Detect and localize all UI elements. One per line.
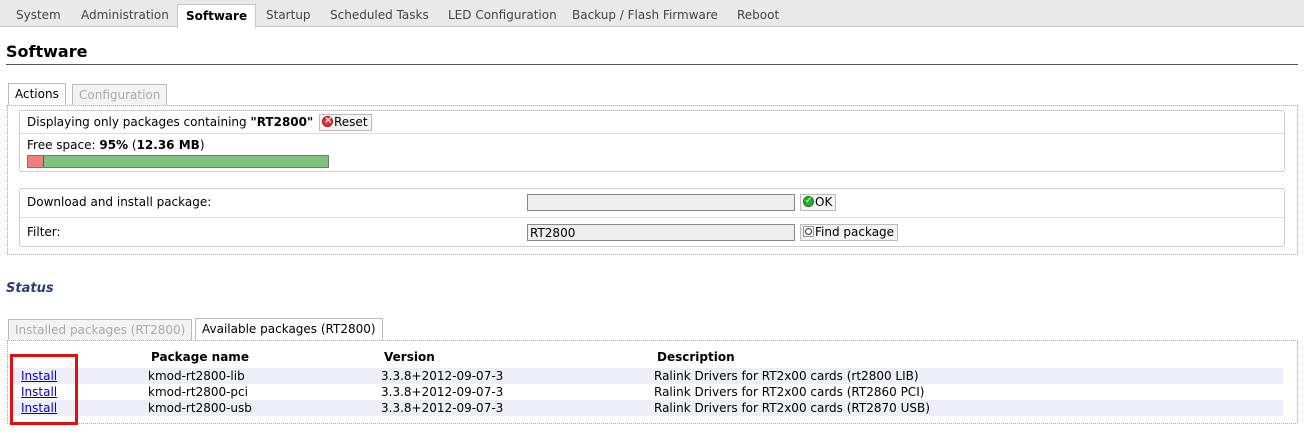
free-space-label: Free space:	[27, 138, 100, 152]
ok-label: OK	[815, 195, 833, 209]
free-space-fill	[43, 156, 328, 167]
find-package-label: Find package	[815, 225, 895, 239]
package-name: kmod-rt2800-lib	[148, 369, 245, 383]
package-version: 3.3.8+2012-09-07-3	[381, 369, 504, 383]
install-link[interactable]: Install	[21, 384, 57, 400]
search-icon	[803, 226, 814, 237]
free-space-text: Free space: 95% (12.36 MB)	[27, 138, 205, 152]
paren-close: )	[199, 138, 205, 152]
subtab-configuration[interactable]: Configuration	[72, 84, 168, 106]
tab-reboot[interactable]: Reboot	[729, 4, 787, 27]
filter-info-text: Displaying only packages containing "RT2…	[27, 115, 313, 129]
subtab-installed-packages[interactable]: Installed packages (RT2800)	[8, 319, 193, 341]
reset-label: Reset	[334, 115, 368, 129]
used-space-fill	[28, 156, 43, 167]
package-description: Ralink Drivers for RT2x00 cards (RT2870 …	[654, 401, 930, 415]
download-label: Download and install package:	[27, 195, 212, 209]
ok-button[interactable]: OK	[800, 194, 837, 211]
subtab-actions[interactable]: Actions	[8, 83, 66, 106]
free-space-size: 12.36 MB	[136, 138, 200, 152]
filter-term: "RT2800"	[250, 115, 314, 129]
install-link[interactable]: Install	[21, 368, 57, 384]
filter-input[interactable]	[527, 224, 795, 241]
package-name: kmod-rt2800-usb	[148, 401, 252, 415]
reset-button[interactable]: Reset	[319, 113, 372, 131]
row-divider	[20, 217, 1284, 218]
package-version: 3.3.8+2012-09-07-3	[381, 401, 504, 415]
filter-label: Filter:	[27, 225, 61, 239]
package-name: kmod-rt2800-pci	[148, 385, 248, 399]
package-description: Ralink Drivers for RT2x00 cards (RT2860 …	[654, 385, 925, 399]
package-version: 3.3.8+2012-09-07-3	[381, 385, 504, 399]
tab-software[interactable]: Software	[177, 4, 257, 28]
free-space-percent: 95%	[99, 138, 129, 152]
ok-icon	[803, 194, 814, 209]
table-row: Install kmod-rt2800-pci 3.3.8+2012-09-07…	[13, 384, 1283, 400]
install-link[interactable]: Install	[21, 400, 57, 416]
header-package-name: Package name	[151, 350, 249, 364]
tab-administration[interactable]: Administration	[73, 4, 177, 27]
tab-scheduled-tasks[interactable]: Scheduled Tasks	[322, 4, 437, 27]
table-row: Install kmod-rt2800-lib 3.3.8+2012-09-07…	[13, 368, 1283, 384]
tab-backup-flash-firmware[interactable]: Backup / Flash Firmware	[564, 4, 726, 27]
free-space-bar	[27, 155, 329, 168]
tab-startup[interactable]: Startup	[258, 4, 319, 27]
package-description: Ralink Drivers for RT2x00 cards (rt2800 …	[654, 369, 919, 383]
reset-icon	[322, 113, 333, 128]
header-version: Version	[384, 350, 435, 364]
download-package-input[interactable]	[527, 194, 795, 211]
subtab-available-packages[interactable]: Available packages (RT2800)	[195, 318, 383, 341]
top-menu: System Administration Software Startup S…	[0, 0, 1304, 28]
tab-system[interactable]: System	[8, 4, 69, 27]
title-divider	[6, 64, 1298, 65]
paren-open: (	[128, 138, 137, 152]
row-divider	[20, 133, 1284, 134]
find-package-button[interactable]: Find package	[800, 224, 899, 241]
tab-led-configuration[interactable]: LED Configuration	[440, 4, 565, 27]
table-row: Install kmod-rt2800-usb 3.3.8+2012-09-07…	[13, 400, 1283, 416]
header-description: Description	[657, 350, 735, 364]
page-title: Software	[6, 42, 88, 61]
filter-info-prefix: Displaying only packages containing	[27, 115, 251, 129]
status-heading: Status	[6, 281, 54, 296]
